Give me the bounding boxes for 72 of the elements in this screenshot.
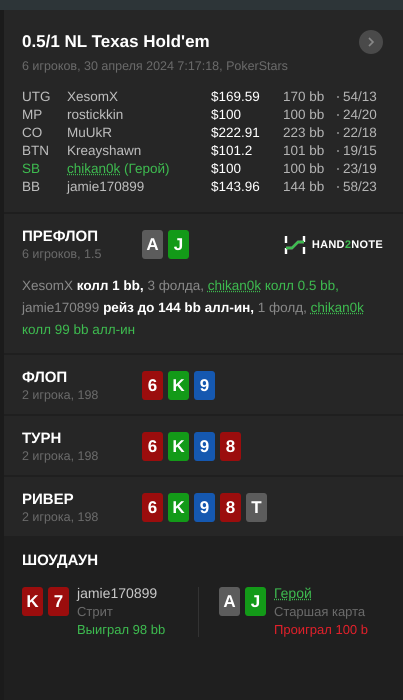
stack-amount: $143.96: [211, 179, 261, 194]
player-name: XesomX: [67, 89, 120, 104]
position-label: BB: [22, 179, 42, 194]
player-link[interactable]: chikan0k: [208, 278, 262, 293]
stack-bb: 101 bb: [283, 143, 326, 158]
hand-combination: Стрит: [77, 604, 114, 619]
position-label: MP: [22, 107, 44, 122]
playing-card: J: [168, 230, 189, 259]
player-name: Герой: [274, 585, 313, 601]
playing-card: T: [246, 493, 267, 522]
player-name: Kreayshawn: [67, 143, 142, 158]
logo-text: HAND2NOTE: [312, 239, 383, 251]
street-info: 2 игрока, 198: [22, 449, 100, 463]
hand-subtitle: 6 игроков, 30 апреля 2024 7:17:18, PokerStars: [22, 59, 289, 73]
logo-icon: [284, 234, 306, 256]
stack-amount: $100: [211, 161, 242, 176]
playing-card: 6: [142, 493, 163, 522]
stack-bb: 170 bb: [283, 89, 326, 104]
stack-amount: $101.2: [211, 143, 254, 158]
hand-result: Выиграл 98 bb: [77, 622, 166, 637]
hand-title: 0.5/1 NL Texas Hold'em: [22, 32, 210, 52]
player-stats: 54/13: [343, 89, 378, 104]
position-label: CO: [22, 125, 44, 140]
street-info: 2 игрока, 198: [22, 388, 100, 402]
position-label: BTN: [22, 143, 50, 158]
stack-bb: 223 bb: [283, 125, 326, 140]
stack-bb: 100 bb: [283, 161, 326, 176]
player-name: rostickkin: [67, 107, 124, 122]
player-stats: 24/20: [343, 107, 378, 122]
hand-result: Проиграл 100 b: [274, 622, 368, 637]
street-title: ПРЕФЛОП: [22, 228, 99, 245]
player-name: chikan0k (Герой): [67, 161, 171, 176]
player-name: jamie170899: [67, 179, 146, 194]
chevron-icon: [366, 37, 376, 47]
street-title: ФЛОП: [22, 369, 68, 386]
street-info: 2 игрока, 198: [22, 510, 100, 524]
stack-amount: $100: [211, 107, 242, 122]
showdown-title: ШОУДАУН: [22, 552, 100, 569]
stack-bb: 100 bb: [283, 107, 326, 122]
playing-card: 8: [220, 493, 241, 522]
playing-card: K: [168, 493, 189, 522]
playing-card: 9: [194, 432, 215, 461]
stack-amount: $169.59: [211, 89, 261, 104]
player-stats: 23/19: [343, 161, 378, 176]
playing-card: K: [22, 587, 43, 616]
playing-card: A: [142, 230, 163, 259]
playing-card: 6: [142, 432, 163, 461]
street-info: 6 игроков, 1.5: [22, 247, 102, 261]
position-label: UTG: [22, 89, 52, 104]
playing-card: A: [219, 587, 240, 616]
playing-card: K: [168, 371, 189, 400]
action-summary: XesomX колл 1 bb, 3 фолда, chikan0k колл 0.5 bb, jamie170899 рейз до 144 bb алл-ин, 1 фолд, chikan0k колл 99 bb алл-ин: [22, 277, 365, 339]
playing-card: 9: [194, 371, 215, 400]
position-label: SB: [22, 161, 42, 176]
player-link[interactable]: chikan0k: [310, 300, 364, 315]
player-stats: 58/23: [343, 179, 378, 194]
playing-card: 6: [142, 371, 163, 400]
playing-card: 8: [220, 432, 241, 461]
street-title: ТУРН: [22, 430, 62, 447]
hand-combination: Старшая карта: [274, 604, 366, 619]
playing-card: K: [168, 432, 189, 461]
street-title: РИВЕР: [22, 491, 75, 508]
stack-amount: $222.91: [211, 125, 261, 140]
next-button[interactable]: [359, 30, 383, 54]
player-name: jamie170899: [77, 585, 158, 601]
player-stats: 22/18: [343, 125, 378, 140]
playing-card: 7: [48, 587, 69, 616]
playing-card: J: [245, 587, 266, 616]
player-name: MuUkR: [67, 125, 114, 140]
player-stats: 19/15: [343, 143, 378, 158]
playing-card: 9: [194, 493, 215, 522]
stack-bb: 144 bb: [283, 179, 326, 194]
